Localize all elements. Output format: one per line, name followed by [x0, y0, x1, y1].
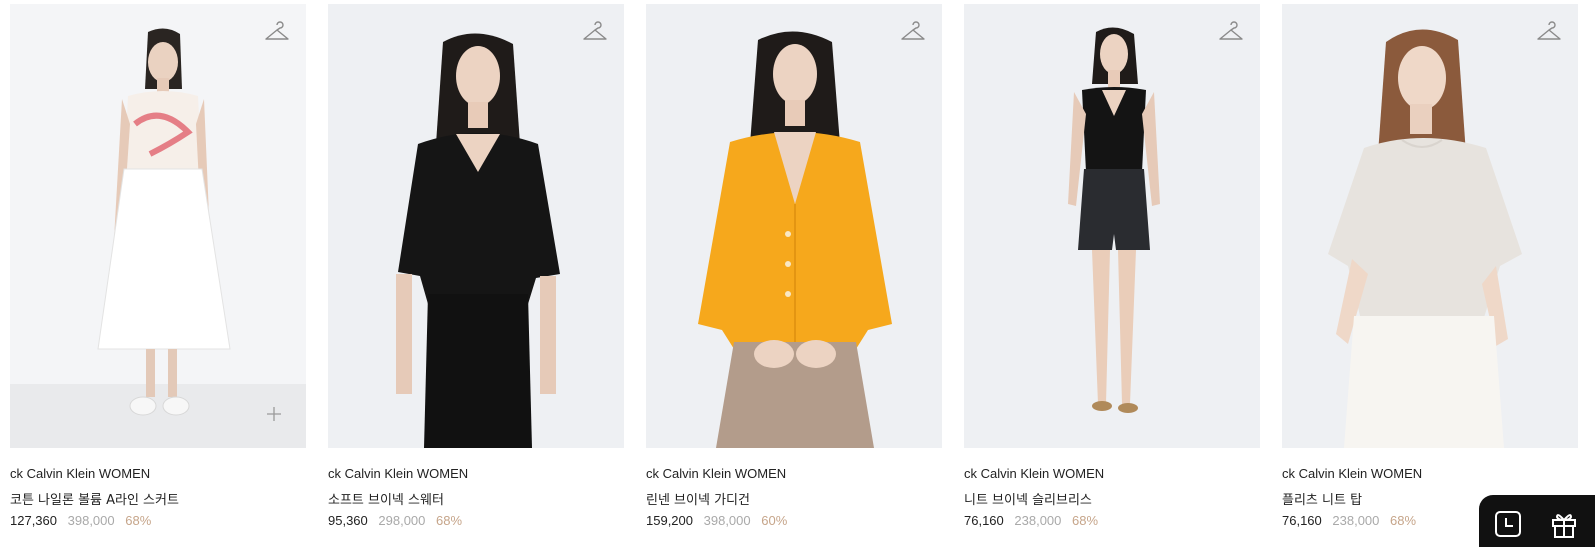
- hanger-icon[interactable]: [1218, 20, 1244, 46]
- discount-rate: 68%: [125, 513, 152, 528]
- product-brand[interactable]: ck Calvin Klein WOMEN: [964, 466, 1104, 481]
- price-row: 76,160 238,000 68%: [964, 513, 1098, 528]
- price-row: 76,160 238,000 68%: [1282, 513, 1416, 528]
- product-image[interactable]: [646, 4, 942, 448]
- product-card[interactable]: ck Calvin Klein WOMEN 니트 브이넥 슬리브리스 76,16…: [964, 4, 1260, 528]
- product-name[interactable]: 코튼 나일론 볼륨 A라인 스커트: [10, 489, 179, 508]
- product-brand[interactable]: ck Calvin Klein WOMEN: [1282, 466, 1422, 481]
- product-image[interactable]: [964, 4, 1260, 448]
- model-photo: [328, 4, 624, 448]
- model-photo: [1282, 4, 1578, 448]
- product-name[interactable]: 니트 브이넥 슬리브리스: [964, 489, 1092, 508]
- original-price: 298,000: [378, 513, 426, 528]
- original-price: 238,000: [1014, 513, 1062, 528]
- original-price: 398,000: [703, 513, 751, 528]
- product-name[interactable]: 플리츠 니트 탑: [1282, 489, 1362, 508]
- sale-price: 159,200: [646, 513, 693, 528]
- product-name[interactable]: 소프트 브이넥 스웨터: [328, 489, 444, 508]
- floating-action-bar: [1479, 495, 1595, 547]
- discount-rate: 68%: [1390, 513, 1417, 528]
- product-brand[interactable]: ck Calvin Klein WOMEN: [646, 466, 786, 481]
- product-image[interactable]: [1282, 4, 1578, 448]
- hanger-icon[interactable]: [1536, 20, 1562, 46]
- hanger-icon[interactable]: [582, 20, 608, 46]
- product-brand[interactable]: ck Calvin Klein WOMEN: [10, 466, 150, 481]
- sale-price: 76,160: [964, 513, 1004, 528]
- clock-icon[interactable]: [1493, 509, 1523, 539]
- discount-rate: 60%: [761, 513, 788, 528]
- product-image[interactable]: [328, 4, 624, 448]
- product-image[interactable]: [10, 4, 306, 448]
- discount-rate: 68%: [436, 513, 463, 528]
- discount-rate: 68%: [1072, 513, 1099, 528]
- product-name[interactable]: 린넨 브이넥 가디건: [646, 489, 750, 508]
- price-row: 95,360 298,000 68%: [328, 513, 462, 528]
- product-card[interactable]: ck Calvin Klein WOMEN 플리츠 니트 탑 76,160 23…: [1282, 4, 1578, 528]
- hanger-icon[interactable]: [900, 20, 926, 46]
- original-price: 398,000: [67, 513, 115, 528]
- original-price: 238,000: [1332, 513, 1380, 528]
- model-photo: [964, 4, 1260, 448]
- gift-icon[interactable]: [1549, 509, 1579, 539]
- product-card[interactable]: ck Calvin Klein WOMEN 소프트 브이넥 스웨터 95,360…: [328, 4, 624, 528]
- product-card[interactable]: ck Calvin Klein WOMEN 린넨 브이넥 가디건 159,200…: [646, 4, 942, 528]
- sale-price: 95,360: [328, 513, 368, 528]
- sale-price: 76,160: [1282, 513, 1322, 528]
- sale-price: 127,360: [10, 513, 57, 528]
- product-grid: ck Calvin Klein WOMEN 코튼 나일론 볼륨 A라인 스커트 …: [10, 4, 1580, 547]
- price-row: 127,360 398,000 68%: [10, 513, 151, 528]
- model-photo: [646, 4, 942, 448]
- price-row: 159,200 398,000 60%: [646, 513, 787, 528]
- model-photo: [10, 4, 306, 448]
- hanger-icon[interactable]: [264, 20, 290, 46]
- product-brand[interactable]: ck Calvin Klein WOMEN: [328, 466, 468, 481]
- plus-icon[interactable]: [266, 406, 282, 422]
- product-card[interactable]: ck Calvin Klein WOMEN 코튼 나일론 볼륨 A라인 스커트 …: [10, 4, 306, 528]
